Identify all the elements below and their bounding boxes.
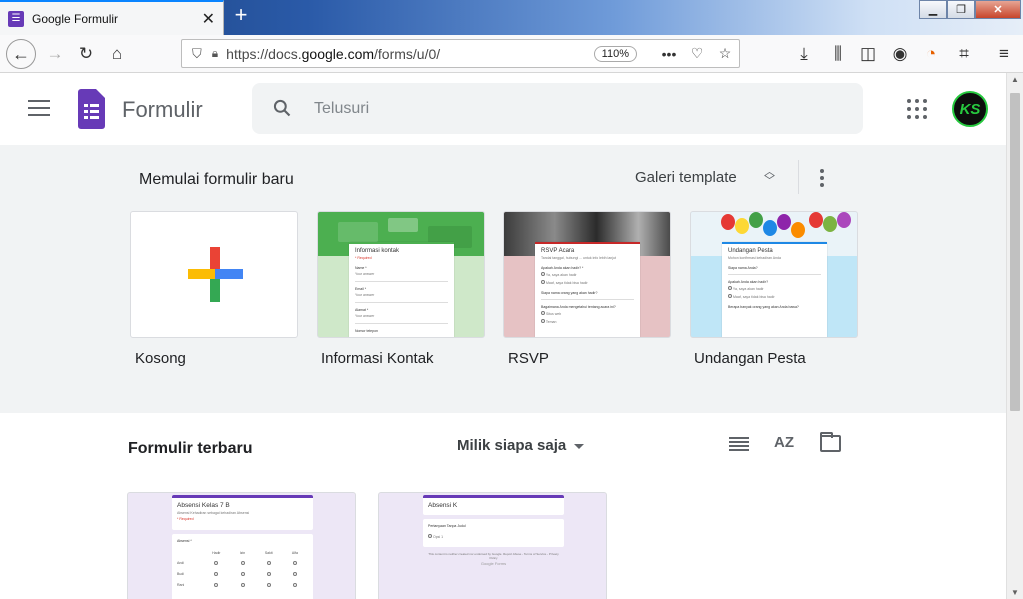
back-button[interactable]: ←: [6, 39, 36, 69]
template-party-invite[interactable]: Undangan Pesta Mohon konfirmasi kehadira…: [690, 211, 858, 338]
avatar[interactable]: KS: [952, 91, 988, 127]
reload-button[interactable]: ↻: [73, 41, 99, 67]
recent-form-card[interactable]: Absensi K Pertanyaan Tanpa Judul Opsi 1 …: [378, 492, 607, 599]
url-text[interactable]: https://docs.google.com/forms/u/0/: [226, 46, 594, 62]
template-rsvp[interactable]: RSVP Acara Tandai tanggal, hubungi ... u…: [503, 211, 671, 338]
url-bar[interactable]: ⛉ 🔒︎ https://docs.google.com/forms/u/0/ …: [181, 39, 740, 68]
sort-az-icon[interactable]: AZ: [774, 434, 794, 451]
new-tab-button[interactable]: +: [230, 4, 252, 28]
tab-title: Google Formulir: [32, 11, 119, 26]
form-preview-card: Undangan Pesta Mohon konfirmasi kehadira…: [722, 242, 827, 337]
form-footer-brand: Google Forms: [480, 561, 507, 566]
download-icon[interactable]: ⤓: [791, 41, 817, 67]
search-input[interactable]: [314, 95, 834, 123]
search-icon[interactable]: [272, 98, 292, 118]
forms-page: Formulir KS Memulai formulir baru Galeri…: [0, 73, 1006, 599]
form-preview-card: Informasi kontak * Required Name * Your …: [349, 242, 454, 337]
main-menu-icon[interactable]: [28, 100, 50, 116]
search-box[interactable]: [252, 83, 863, 134]
scroll-down-arrow-icon[interactable]: ▼: [1011, 588, 1019, 597]
dropdown-arrow-icon: [574, 443, 585, 449]
bookmark-star-icon[interactable]: ☆: [711, 45, 739, 62]
unfold-more-icon[interactable]: ︿ ﹀: [764, 167, 775, 187]
scroll-up-arrow-icon[interactable]: ▲: [1011, 75, 1019, 84]
plus-icon: [188, 247, 243, 302]
form-preview-card: RSVP Acara Tandai tanggal, hubungi ... u…: [535, 242, 640, 337]
google-apps-icon[interactable]: [907, 99, 927, 119]
owner-filter-dropdown[interactable]: Milik siapa saja: [457, 437, 585, 454]
template-label[interactable]: Kosong: [135, 350, 186, 367]
template-blank[interactable]: [130, 211, 298, 338]
template-label[interactable]: Informasi Kontak: [321, 350, 434, 367]
close-tab-icon[interactable]: ✕: [202, 9, 215, 29]
navigation-toolbar: ← → ↻ ⌂ ⛉ 🔒︎ https://docs.google.com/for…: [0, 35, 1023, 73]
folder-icon[interactable]: [820, 432, 841, 452]
recent-title: Formulir terbaru: [128, 440, 253, 457]
template-label[interactable]: Undangan Pesta: [694, 350, 806, 367]
recent-form-card[interactable]: Absensi Kelas 7 B Absensi Kehadiran seba…: [127, 492, 356, 599]
hamburger-menu-icon[interactable]: ≡: [991, 41, 1017, 67]
account-icon[interactable]: ◉: [887, 41, 913, 67]
template-contact-info[interactable]: Informasi kontak * Required Name * Your …: [317, 211, 485, 338]
library-icon[interactable]: ⫼: [825, 41, 851, 67]
page-actions-icon[interactable]: •••: [655, 46, 683, 62]
forward-button[interactable]: →: [42, 41, 68, 67]
app-title[interactable]: Formulir: [122, 97, 203, 123]
section-title: Memulai formulir baru: [139, 171, 294, 188]
list-view-icon[interactable]: [729, 437, 749, 453]
window-titlebar: ☰ Google Formulir ✕ + ▁ ❐ ✕: [0, 0, 1023, 35]
sidebar-icon[interactable]: ◫: [855, 41, 881, 67]
template-gallery-button[interactable]: Galeri template: [635, 169, 737, 186]
minimize-button[interactable]: ▁: [919, 0, 947, 19]
home-button[interactable]: ⌂: [104, 41, 130, 67]
recent-forms-section: Formulir terbaru Milik siapa saja AZ Abs…: [0, 413, 1006, 599]
browser-tab[interactable]: ☰ Google Formulir ✕: [0, 0, 224, 35]
zoom-indicator[interactable]: 110%: [593, 45, 637, 62]
restore-button[interactable]: ❐: [947, 0, 975, 19]
forms-favicon-icon: ☰: [8, 10, 24, 27]
form-preview-header: Absensi K: [423, 495, 564, 515]
template-section: Memulai formulir baru Galeri template ︿ ﹀…: [0, 145, 1006, 413]
form-preview-question: Absensi * Hadir Izin Sakit Alfa Andi Budi R…: [172, 534, 313, 599]
window-controls: ▁ ❐ ✕: [919, 0, 1021, 19]
form-preview-question: Pertanyaan Tanpa Judul Opsi 1: [423, 519, 564, 547]
lock-icon[interactable]: 🔒︎: [212, 46, 218, 61]
extension-icon[interactable]: ◔: [918, 41, 944, 67]
app-header: Formulir KS: [0, 73, 1006, 145]
close-window-button[interactable]: ✕: [975, 0, 1021, 19]
forms-logo-icon[interactable]: [78, 89, 105, 129]
scroll-thumb[interactable]: [1010, 93, 1020, 411]
divider: [798, 160, 799, 194]
screenshot-icon[interactable]: ⌗: [951, 41, 977, 67]
shield-icon[interactable]: ⛉: [192, 46, 202, 62]
more-vert-icon[interactable]: [820, 169, 826, 190]
template-label[interactable]: RSVP: [508, 350, 549, 367]
form-preview-header: Absensi Kelas 7 B Absensi Kehadiran seba…: [172, 495, 313, 530]
pocket-icon[interactable]: ♡: [683, 45, 711, 62]
page-scrollbar[interactable]: ▲ ▼: [1006, 73, 1023, 599]
